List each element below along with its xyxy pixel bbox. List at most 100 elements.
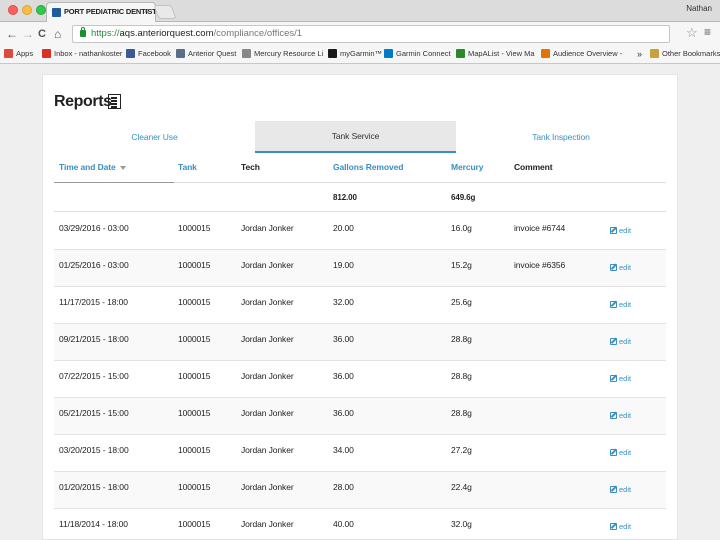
close-window-button[interactable] (8, 5, 18, 15)
cell-gallons: 28.00 (333, 482, 354, 492)
totals-row: 812.00 649.6g (54, 183, 666, 212)
column-header-comment: Comment (514, 162, 553, 172)
browser-menu-icon[interactable]: ≡ (704, 25, 711, 39)
cell-gallons: 36.00 (333, 334, 354, 344)
bookmark-mercury-resource[interactable]: Mercury Resource Li (242, 49, 323, 58)
cell-tech: Jordan Jonker (241, 297, 294, 307)
bookmark-inbox[interactable]: Inbox - nathankoster (42, 49, 122, 58)
cell-tank: 1000015 (178, 519, 211, 529)
cell-gallons: 40.00 (333, 519, 354, 529)
cell-tank: 1000015 (178, 371, 211, 381)
cell-gallons: 36.00 (333, 408, 354, 418)
bookmarks-bar: Apps Inbox - nathankoster Facebook Anter… (0, 46, 720, 64)
table-row: 01/25/2016 - 03:00 1000015 Jordan Jonker… (54, 250, 666, 287)
edit-row-button[interactable]: edit (610, 226, 631, 235)
bookmark-audience-overview[interactable]: Audience Overview - (541, 49, 622, 58)
edit-icon (610, 412, 617, 419)
page-title: Reports (54, 93, 112, 110)
cell-tech: Jordan Jonker (241, 260, 294, 270)
bookmark-other-bookmarks[interactable]: Other Bookmarks (650, 49, 720, 58)
profile-name[interactable]: Nathan (686, 4, 712, 13)
edit-icon (610, 523, 617, 530)
edit-row-button[interactable]: edit (610, 300, 631, 309)
cell-tank: 1000015 (178, 334, 211, 344)
column-header-gallons-removed[interactable]: Gallons Removed (333, 162, 403, 172)
bookmark-mapalist[interactable]: MapAList - View Ma (456, 49, 535, 58)
url-text: https://aqs.anteriorquest.com/compliance… (91, 28, 303, 39)
cell-mercury: 28.8g (451, 334, 472, 344)
analytics-icon (541, 49, 550, 58)
edit-row-button[interactable]: edit (610, 337, 631, 346)
facebook-icon (126, 49, 135, 58)
tab-tank-service[interactable]: Tank Service (255, 121, 456, 153)
bookmarks-more-chevron-icon[interactable]: » (637, 49, 642, 59)
cell-tank: 1000015 (178, 445, 211, 455)
cell-mercury: 28.8g (451, 371, 472, 381)
cell-date: 01/20/2015 - 18:00 (59, 482, 129, 492)
edit-icon (610, 264, 617, 271)
cell-tank: 1000015 (178, 260, 211, 270)
cell-comment: invoice #6356 (514, 260, 566, 270)
bookmark-facebook[interactable]: Facebook (126, 49, 171, 58)
edit-row-button[interactable]: edit (610, 411, 631, 420)
cell-date: 05/21/2015 - 15:00 (59, 408, 129, 418)
edit-row-button[interactable]: edit (610, 485, 631, 494)
cell-tech: Jordan Jonker (241, 482, 294, 492)
tab-title: PORT PEDIATRIC DENTIST (64, 7, 157, 16)
tab-tank-inspection[interactable]: Tank Inspection (456, 121, 666, 153)
home-icon[interactable]: ⌂ (54, 26, 61, 42)
cell-tech: Jordan Jonker (241, 334, 294, 344)
forward-arrow-icon[interactable]: → (22, 26, 34, 42)
document-icon (242, 49, 251, 58)
cell-date: 09/21/2015 - 18:00 (59, 334, 129, 344)
cell-date: 01/25/2016 - 03:00 (59, 260, 129, 270)
reload-icon[interactable]: C (38, 26, 46, 42)
cell-tech: Jordan Jonker (241, 371, 294, 381)
edit-row-button[interactable]: edit (610, 522, 631, 531)
maximize-window-button[interactable] (36, 5, 46, 15)
anterior-quest-icon (176, 49, 185, 58)
address-bar[interactable]: https://aqs.anteriorquest.com/compliance… (72, 25, 670, 43)
tab-close-icon[interactable]: × (144, 6, 149, 16)
table-row: 03/20/2015 - 18:00 1000015 Jordan Jonker… (54, 435, 666, 472)
browser-tab-active[interactable]: PORT PEDIATRIC DENTIST × (46, 2, 157, 22)
report-document-icon (108, 94, 121, 109)
edit-icon (610, 486, 617, 493)
cell-tech: Jordan Jonker (241, 223, 294, 233)
table-row: 05/21/2015 - 15:00 1000015 Jordan Jonker… (54, 398, 666, 435)
column-header-mercury[interactable]: Mercury (451, 162, 483, 172)
bookmark-anterior-quest[interactable]: Anterior Quest (176, 49, 236, 58)
sort-caret-icon (119, 165, 126, 170)
bookmark-mygarmin[interactable]: myGarmin™ (328, 49, 382, 58)
column-header-tank[interactable]: Tank (178, 162, 197, 172)
bookmark-apps[interactable]: Apps (4, 49, 33, 58)
column-header-time-and-date[interactable]: Time and Date (59, 162, 126, 172)
tab-cleaner-use[interactable]: Cleaner Use (54, 121, 255, 153)
table-row: 01/20/2015 - 18:00 1000015 Jordan Jonker… (54, 472, 666, 509)
cell-date: 07/22/2015 - 15:00 (59, 371, 129, 381)
bookmark-garmin-connect[interactable]: Garmin Connect (384, 49, 451, 58)
edit-row-button[interactable]: edit (610, 448, 631, 457)
cell-gallons: 32.00 (333, 297, 354, 307)
apps-grid-icon (4, 49, 13, 58)
cell-mercury: 25.6g (451, 297, 472, 307)
cell-tank: 1000015 (178, 297, 211, 307)
minimize-window-button[interactable] (22, 5, 32, 15)
cell-date: 03/29/2016 - 03:00 (59, 223, 129, 233)
browser-titlebar: PORT PEDIATRIC DENTIST × Nathan (0, 0, 720, 22)
cell-gallons: 20.00 (333, 223, 354, 233)
cell-gallons: 36.00 (333, 371, 354, 381)
table-row: 03/29/2016 - 03:00 1000015 Jordan Jonker… (54, 213, 666, 250)
edit-icon (610, 227, 617, 234)
cell-mercury: 32.0g (451, 519, 472, 529)
lock-icon (80, 27, 86, 37)
column-header-tech: Tech (241, 162, 260, 172)
bookmark-star-icon[interactable]: ☆ (686, 25, 698, 41)
edit-row-button[interactable]: edit (610, 263, 631, 272)
edit-row-button[interactable]: edit (610, 374, 631, 383)
new-tab-button[interactable] (153, 5, 177, 19)
cell-tank: 1000015 (178, 408, 211, 418)
back-arrow-icon[interactable]: ← (6, 26, 18, 42)
cell-tech: Jordan Jonker (241, 445, 294, 455)
mapalist-icon (456, 49, 465, 58)
